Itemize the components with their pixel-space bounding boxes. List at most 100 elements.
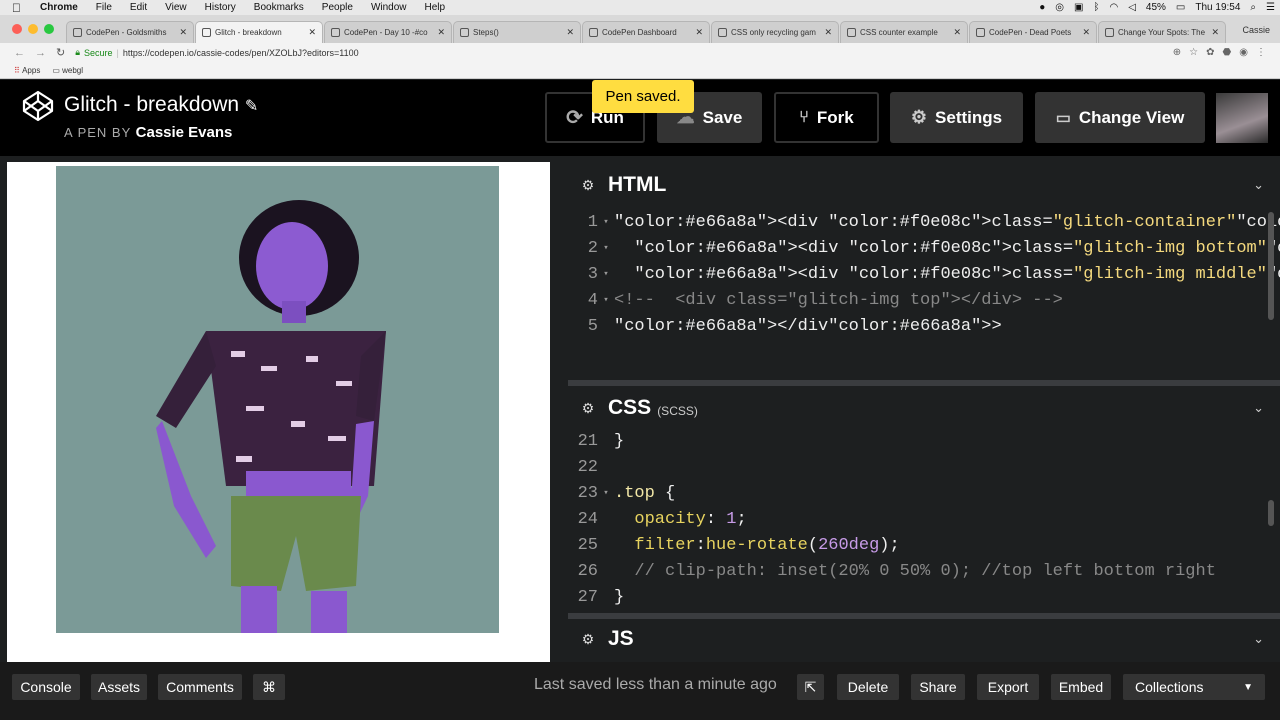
- tab-close-icon[interactable]: ✕: [308, 27, 316, 38]
- menu-view[interactable]: View: [156, 2, 196, 13]
- browser-tab[interactable]: CSS counter example ✕: [840, 21, 968, 43]
- embed-button[interactable]: Embed: [1051, 674, 1111, 700]
- code-text[interactable]: filter:hue-rotate(260deg);: [614, 536, 899, 555]
- menu-edit[interactable]: Edit: [121, 2, 156, 13]
- browser-tab[interactable]: CodePen Dashboard ✕: [582, 21, 710, 43]
- browser-tab[interactable]: Glitch - breakdown ✕: [195, 21, 323, 43]
- battery-percent[interactable]: 45%: [1141, 2, 1171, 13]
- code-line[interactable]: 1 ▾ "color:#e66a8a"><div "color:#f0e08c">c…: [568, 209, 1280, 235]
- fold-toggle-icon[interactable]: ▾: [598, 243, 614, 253]
- menu-history[interactable]: History: [196, 2, 245, 13]
- creative-cloud-icon[interactable]: ◎: [1050, 2, 1069, 13]
- url-field[interactable]: 🔒︎ Secure | https://codepen.io/cassie-co…: [75, 47, 1163, 58]
- volume-icon[interactable]: ◁: [1123, 2, 1141, 13]
- adblock-icon[interactable]: ⬣: [1223, 47, 1232, 58]
- code-text[interactable]: "color:#e66a8a"><div "color:#f0e08c">cla…: [614, 239, 1280, 258]
- settings-button[interactable]: ⚙ Settings: [890, 92, 1023, 143]
- code-line[interactable]: 22: [568, 454, 1280, 480]
- apple-icon[interactable]: : [0, 1, 31, 15]
- change-view-button[interactable]: ▭ Change View: [1035, 92, 1205, 143]
- html-scrollbar[interactable]: [1268, 212, 1274, 320]
- collections-dropdown[interactable]: Collections ▼: [1123, 674, 1265, 700]
- codepen-logo-icon[interactable]: [22, 90, 54, 122]
- css-scrollbar[interactable]: [1268, 500, 1274, 526]
- code-line[interactable]: 4 ▾ <!-- <div class="glitch-img top"></div…: [568, 287, 1280, 313]
- edit-pencil-icon[interactable]: ✎: [245, 98, 258, 115]
- battery-icon[interactable]: ▭: [1171, 2, 1190, 13]
- forward-icon[interactable]: →: [35, 47, 46, 59]
- clock[interactable]: Thu 19:54: [1190, 2, 1245, 13]
- css-settings-gear-icon[interactable]: ⚙: [568, 400, 608, 417]
- notification-center-icon[interactable]: ☰: [1261, 2, 1280, 13]
- css-collapse-chevron-icon[interactable]: ⌄: [1253, 400, 1264, 416]
- tab-close-icon[interactable]: ✕: [437, 27, 445, 38]
- code-text[interactable]: <!-- <div class="glitch-img top"></div> …: [614, 291, 1063, 310]
- browser-tab[interactable]: CodePen - Dead Poets ✕: [969, 21, 1097, 43]
- code-line[interactable]: 27}: [568, 584, 1280, 610]
- html-collapse-chevron-icon[interactable]: ⌄: [1253, 177, 1264, 193]
- tab-close-icon[interactable]: ✕: [953, 27, 961, 38]
- code-line[interactable]: 23 ▾ .top {: [568, 480, 1280, 506]
- html-settings-gear-icon[interactable]: ⚙: [568, 177, 608, 194]
- code-line[interactable]: 2 ▾ "color:#e66a8a"><div "color:#f0e08c">…: [568, 235, 1280, 261]
- close-window-icon[interactable]: [12, 24, 22, 34]
- fork-button[interactable]: ⑂ Fork: [774, 92, 879, 143]
- url-text[interactable]: https://codepen.io/cassie-codes/pen/XZOL…: [123, 48, 359, 58]
- browser-tab[interactable]: CodePen - Goldsmiths ✕: [66, 21, 194, 43]
- minimize-window-icon[interactable]: [28, 24, 38, 34]
- open-external-icon[interactable]: ⇱: [797, 674, 824, 700]
- assets-button[interactable]: Assets: [91, 674, 147, 700]
- fold-toggle-icon[interactable]: ▾: [598, 488, 614, 498]
- code-text[interactable]: "color:#e66a8a"><div "color:#f0e08c">cla…: [614, 265, 1280, 284]
- code-line[interactable]: 25 filter:hue-rotate(260deg);: [568, 532, 1280, 558]
- code-text[interactable]: "color:#e66a8a"><div "color:#f0e08c">cla…: [614, 213, 1280, 232]
- fold-toggle-icon[interactable]: ▾: [598, 269, 614, 279]
- tab-close-icon[interactable]: ✕: [1082, 27, 1090, 38]
- keyboard-shortcuts-button[interactable]: ⌘: [253, 674, 285, 700]
- comments-button[interactable]: Comments: [158, 674, 242, 700]
- code-line[interactable]: 26 // clip-path: inset(20% 0 50% 0); //t…: [568, 558, 1280, 584]
- browser-tab[interactable]: CSS only recycling gam ✕: [711, 21, 839, 43]
- back-icon[interactable]: ←: [14, 47, 25, 59]
- code-text[interactable]: "color:#e66a8a"></div"color:#e66a8a">>: [614, 317, 1002, 336]
- fold-toggle-icon[interactable]: ▾: [598, 217, 614, 227]
- user-avatar[interactable]: [1216, 93, 1268, 143]
- extension-2-icon[interactable]: ◉: [1239, 47, 1248, 58]
- wifi-icon[interactable]: ◠: [1104, 2, 1123, 13]
- code-line[interactable]: 5 "color:#e66a8a"></div"color:#e66a8a">>: [568, 313, 1280, 339]
- tab-close-icon[interactable]: ✕: [179, 27, 187, 38]
- js-settings-gear-icon[interactable]: ⚙: [568, 631, 608, 648]
- code-text[interactable]: .top {: [614, 484, 675, 503]
- js-collapse-chevron-icon[interactable]: ⌄: [1253, 631, 1264, 647]
- pen-title-text[interactable]: Glitch - breakdown: [64, 93, 239, 116]
- menu-people[interactable]: People: [313, 2, 362, 13]
- code-line[interactable]: 21}: [568, 428, 1280, 454]
- screen-icon[interactable]: ▣: [1069, 2, 1088, 13]
- code-text[interactable]: }: [614, 432, 624, 451]
- profile-name[interactable]: Cassie: [1242, 25, 1280, 43]
- browser-tab[interactable]: CodePen - Day 10 -#co ✕: [324, 21, 452, 43]
- export-button[interactable]: Export: [977, 674, 1039, 700]
- code-text[interactable]: }: [614, 588, 624, 607]
- tab-close-icon[interactable]: ✕: [566, 27, 574, 38]
- code-text[interactable]: // clip-path: inset(20% 0 50% 0); //top …: [614, 562, 1216, 581]
- more-menu-icon[interactable]: ⋮: [1256, 47, 1266, 58]
- menu-bookmarks[interactable]: Bookmarks: [245, 2, 313, 13]
- author-name[interactable]: Cassie Evans: [136, 124, 233, 141]
- html-code-area[interactable]: 1 ▾ "color:#e66a8a"><div "color:#f0e08c">c…: [568, 209, 1280, 379]
- menu-help[interactable]: Help: [416, 2, 455, 13]
- menu-app-name[interactable]: Chrome: [31, 2, 87, 13]
- code-line[interactable]: 3 ▾ "color:#e66a8a"><div "color:#f0e08c">…: [568, 261, 1280, 287]
- browser-tab[interactable]: Steps() ✕: [453, 21, 581, 43]
- menu-file[interactable]: File: [87, 2, 121, 13]
- bluetooth-icon[interactable]: ᛒ: [1088, 2, 1104, 13]
- browser-tab[interactable]: Change Your Spots: The ✕: [1098, 21, 1226, 43]
- tab-close-icon[interactable]: ✕: [1211, 27, 1219, 38]
- bookmark-apps[interactable]: ⠿ Apps: [14, 66, 40, 75]
- code-line[interactable]: 24 opacity: 1;: [568, 506, 1280, 532]
- css-code-area[interactable]: 21} 22 23 ▾ .top {24 opacity: 1; 25 filter:hu…: [568, 428, 1280, 613]
- delete-button[interactable]: Delete: [837, 674, 899, 700]
- menu-window[interactable]: Window: [362, 2, 416, 13]
- fold-toggle-icon[interactable]: ▾: [598, 295, 614, 305]
- reload-icon[interactable]: ↻: [56, 46, 65, 59]
